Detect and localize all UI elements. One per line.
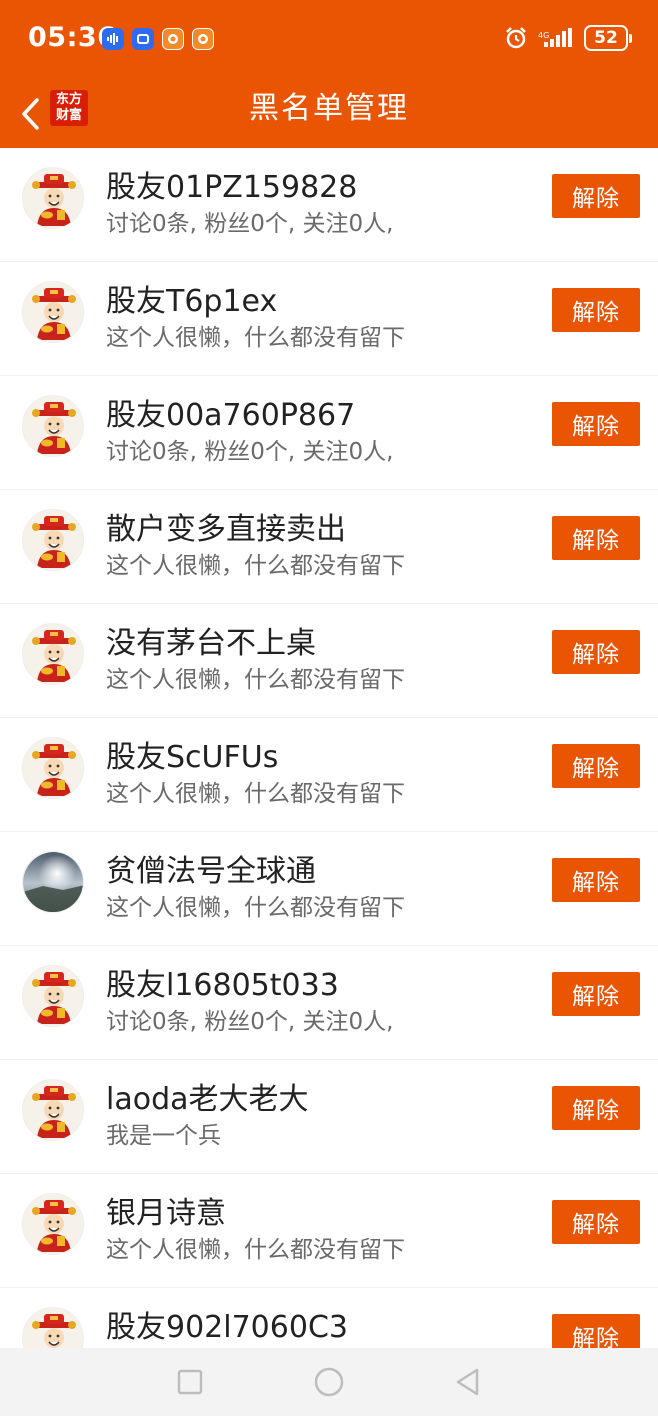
list-item-11[interactable]: 股友902l7060C3 讨论0条, 粉丝0个, 关注0人, 解除 (0, 1288, 658, 1348)
battery-indicator: 52 (584, 25, 632, 51)
unblock-button[interactable]: 解除 (552, 972, 640, 1016)
user-name: laoda老大老大 (106, 1082, 309, 1117)
list-item-7[interactable]: 贫僧法号全球通 这个人很懒，什么都没有留下 解除 (0, 832, 658, 946)
unblock-button[interactable]: 解除 (552, 858, 640, 902)
list-item-4[interactable]: 散户变多直接卖出 这个人很懒，什么都没有留下 解除 (0, 490, 658, 604)
user-description: 这个人很懒，什么都没有留下 (106, 553, 405, 579)
caishen-avatar-icon (23, 1194, 83, 1254)
user-name: 股友l16805t033 (106, 968, 339, 1003)
blacklist: 股友01PZ159828 讨论0条, 粉丝0个, 关注0人, 解除 股友T6p1… (0, 148, 658, 1348)
user-description: 这个人很懒，什么都没有留下 (106, 781, 405, 807)
avatar[interactable] (22, 623, 84, 685)
avatar[interactable] (22, 851, 84, 913)
user-name: 股友ScUFUs (106, 740, 279, 775)
caishen-avatar-icon (23, 510, 83, 570)
system-nav-bar (0, 1348, 658, 1416)
list-item-10[interactable]: 银月诗意 这个人很懒，什么都没有留下 解除 (0, 1174, 658, 1288)
user-description: 这个人很懒，什么都没有留下 (106, 1237, 405, 1263)
list-item-2[interactable]: 股友T6p1ex 这个人很懒，什么都没有留下 解除 (0, 262, 658, 376)
caishen-avatar-icon (23, 1308, 83, 1348)
unblock-button[interactable]: 解除 (552, 1086, 640, 1130)
list-item-1[interactable]: 股友01PZ159828 讨论0条, 粉丝0个, 关注0人, 解除 (0, 148, 658, 262)
user-description: 这个人很懒，什么都没有留下 (106, 325, 405, 351)
caishen-avatar-icon (23, 738, 83, 798)
page-title: 黑名单管理 (249, 91, 409, 126)
circle-icon (314, 1367, 344, 1397)
list-item-6[interactable]: 股友ScUFUs 这个人很懒，什么都没有留下 解除 (0, 718, 658, 832)
orange-app-icon (192, 28, 214, 50)
user-name: 贫僧法号全球通 (106, 854, 316, 889)
status-app-icons (102, 28, 214, 50)
unblock-button[interactable]: 解除 (552, 744, 640, 788)
user-name: 银月诗意 (106, 1196, 226, 1231)
user-name: 散户变多直接卖出 (106, 512, 346, 547)
avatar[interactable] (22, 167, 84, 229)
home-button[interactable] (309, 1362, 349, 1402)
brand-logo: 东方 财富 (50, 90, 88, 126)
chevron-left-icon (22, 98, 39, 130)
brand-logo-line2: 财富 (55, 108, 82, 123)
caishen-avatar-icon (23, 282, 83, 342)
list-item-9[interactable]: laoda老大老大 我是一个兵 解除 (0, 1060, 658, 1174)
user-description: 这个人很懒，什么都没有留下 (106, 667, 405, 693)
phone-screen: 05:36 4G 52 黑名单管理 东方 财富 股友01PZ159828 讨论0… (0, 0, 658, 1416)
alarm-icon (504, 26, 528, 50)
caishen-avatar-icon (23, 1080, 83, 1140)
caishen-avatar-icon (23, 966, 83, 1026)
avatar[interactable] (22, 737, 84, 799)
user-description: 讨论0条, 粉丝0个, 关注0人, (106, 1009, 394, 1035)
status-right: 4G 52 (504, 25, 632, 51)
avatar[interactable] (22, 1193, 84, 1255)
landscape-photo-avatar-icon (23, 852, 83, 912)
avatar[interactable] (22, 1079, 84, 1141)
back-nav-button[interactable] (448, 1362, 488, 1402)
user-name: 股友01PZ159828 (106, 170, 358, 205)
status-bar: 05:36 4G 52 (0, 0, 658, 80)
unblock-button[interactable]: 解除 (552, 630, 640, 674)
avatar[interactable] (22, 509, 84, 571)
unblock-button[interactable]: 解除 (552, 174, 640, 218)
unblock-button[interactable]: 解除 (552, 288, 640, 332)
unblock-button[interactable]: 解除 (552, 1200, 640, 1244)
user-description: 讨论0条, 粉丝0个, 关注0人, (106, 439, 394, 465)
voice-app-icon (102, 28, 124, 50)
user-name: 股友00a760P867 (106, 398, 356, 433)
avatar[interactable] (22, 281, 84, 343)
list-item-8[interactable]: 股友l16805t033 讨论0条, 粉丝0个, 关注0人, 解除 (0, 946, 658, 1060)
square-icon (177, 1369, 202, 1395)
user-description: 我是一个兵 (106, 1123, 221, 1149)
triangle-back-icon (457, 1368, 479, 1396)
app-header: 黑名单管理 东方 财富 (0, 80, 658, 148)
avatar[interactable] (22, 965, 84, 1027)
avatar[interactable] (22, 1307, 84, 1348)
brand-logo-line1: 东方 (55, 92, 82, 107)
unblock-button[interactable]: 解除 (552, 402, 640, 446)
caishen-avatar-icon (23, 396, 83, 456)
list-item-3[interactable]: 股友00a760P867 讨论0条, 粉丝0个, 关注0人, 解除 (0, 376, 658, 490)
avatar[interactable] (22, 395, 84, 457)
caishen-avatar-icon (23, 168, 83, 228)
unblock-button[interactable]: 解除 (552, 1314, 640, 1348)
user-name: 股友T6p1ex (106, 284, 278, 319)
caishen-avatar-icon (23, 624, 83, 684)
unblock-button[interactable]: 解除 (552, 516, 640, 560)
signal-icon: 4G (538, 28, 574, 48)
recents-button[interactable] (170, 1362, 210, 1402)
user-name: 股友902l7060C3 (106, 1310, 348, 1345)
user-name: 没有茅台不上桌 (106, 626, 316, 661)
svg-text:4G: 4G (538, 31, 549, 40)
list-item-5[interactable]: 没有茅台不上桌 这个人很懒，什么都没有留下 解除 (0, 604, 658, 718)
blue-app-icon (132, 28, 154, 50)
user-description: 这个人很懒，什么都没有留下 (106, 895, 405, 921)
user-description: 讨论0条, 粉丝0个, 关注0人, (106, 211, 394, 237)
back-button[interactable] (12, 90, 48, 138)
orange-app-icon (162, 28, 184, 50)
